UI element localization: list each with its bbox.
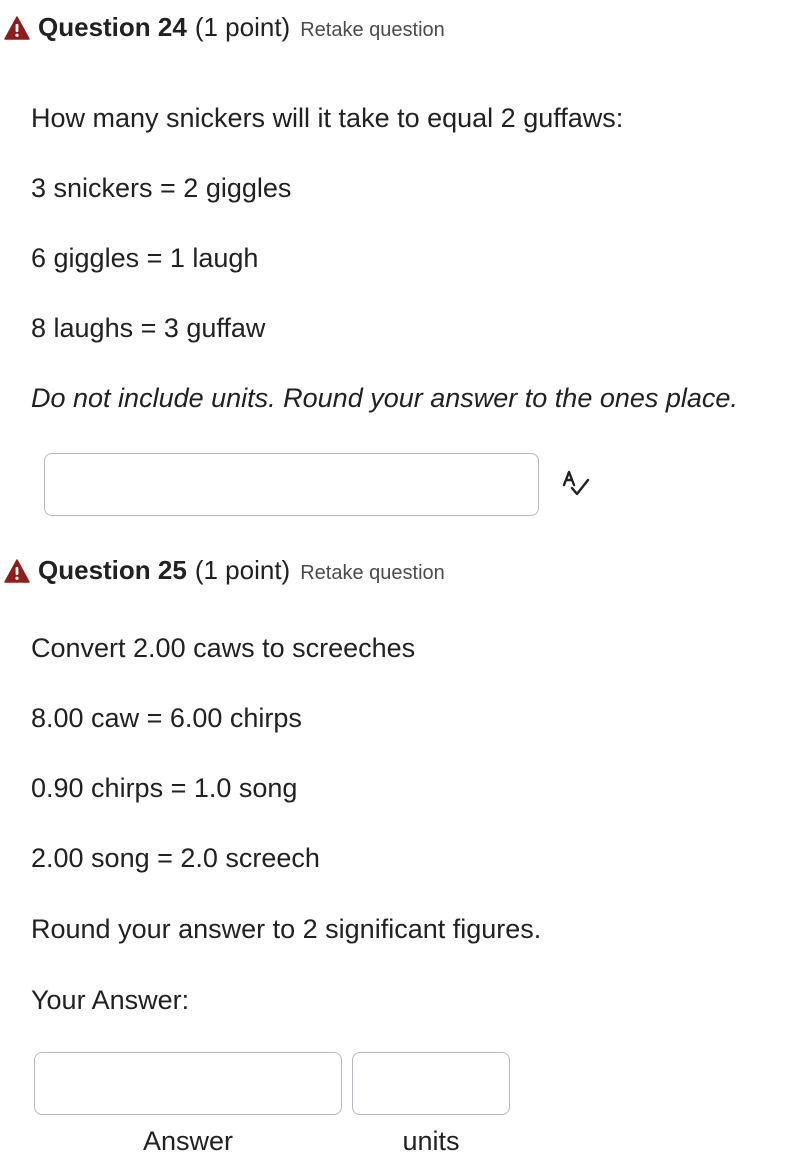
spell-check-icon[interactable] xyxy=(560,468,592,500)
warning-icon xyxy=(4,558,30,583)
answer-input[interactable] xyxy=(34,1052,342,1115)
conversion-line: 8 laughs = 3 guffaw xyxy=(31,313,266,343)
units-field-label: units xyxy=(402,1126,460,1156)
conversion-line: 3 snickers = 2 giggles xyxy=(31,173,292,203)
retake-question-link[interactable]: Retake question xyxy=(300,19,445,42)
conversion-line: 8.00 caw = 6.00 chirps xyxy=(31,703,302,733)
answer-input[interactable] xyxy=(44,453,539,516)
your-answer-label: Your Answer: xyxy=(31,985,190,1015)
units-input[interactable] xyxy=(352,1052,510,1115)
conversion-line: 6 giggles = 1 laugh xyxy=(31,243,259,273)
answer-field-label: Answer xyxy=(142,1126,234,1156)
warning-icon xyxy=(4,15,30,40)
conversion-line: 2.00 song = 2.0 screech xyxy=(31,843,320,873)
instruction-text: Round your answer to 2 significant figur… xyxy=(31,914,542,944)
question-prompt: Convert 2.00 caws to screeches xyxy=(31,633,416,663)
question-25-header: Question 25 (1 point) Retake question xyxy=(4,555,445,586)
question-24-header: Question 24 (1 point) Retake question xyxy=(4,12,445,43)
question-title: Question 25 xyxy=(38,555,187,585)
question-points: (1 point) xyxy=(194,555,291,585)
question-points: (1 point) xyxy=(194,12,291,42)
question-prompt: How many snickers will it take to equal … xyxy=(31,103,624,133)
retake-question-link[interactable]: Retake question xyxy=(300,562,445,585)
conversion-line: 0.90 chirps = 1.0 song xyxy=(31,773,298,803)
question-title: Question 24 xyxy=(38,12,187,42)
instruction-text: Do not include units. Round your answer … xyxy=(31,383,738,413)
